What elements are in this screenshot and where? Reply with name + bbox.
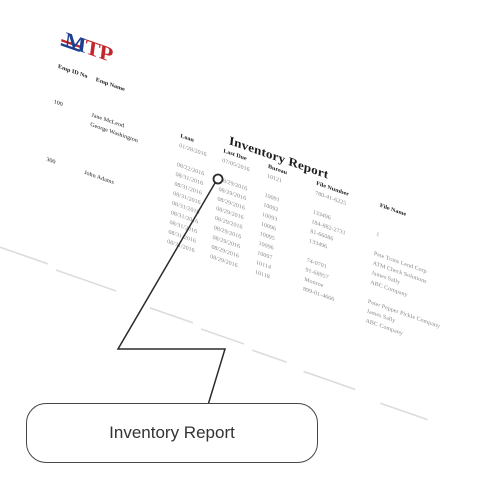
callout-dot [212, 173, 224, 185]
callout-label-box: Inventory Report [26, 403, 318, 463]
callout-label: Inventory Report [109, 423, 235, 442]
callout-line [116, 182, 227, 406]
report-illustration: MTP Inventory Report Emp ID No Emp Name … [0, 0, 491, 473]
